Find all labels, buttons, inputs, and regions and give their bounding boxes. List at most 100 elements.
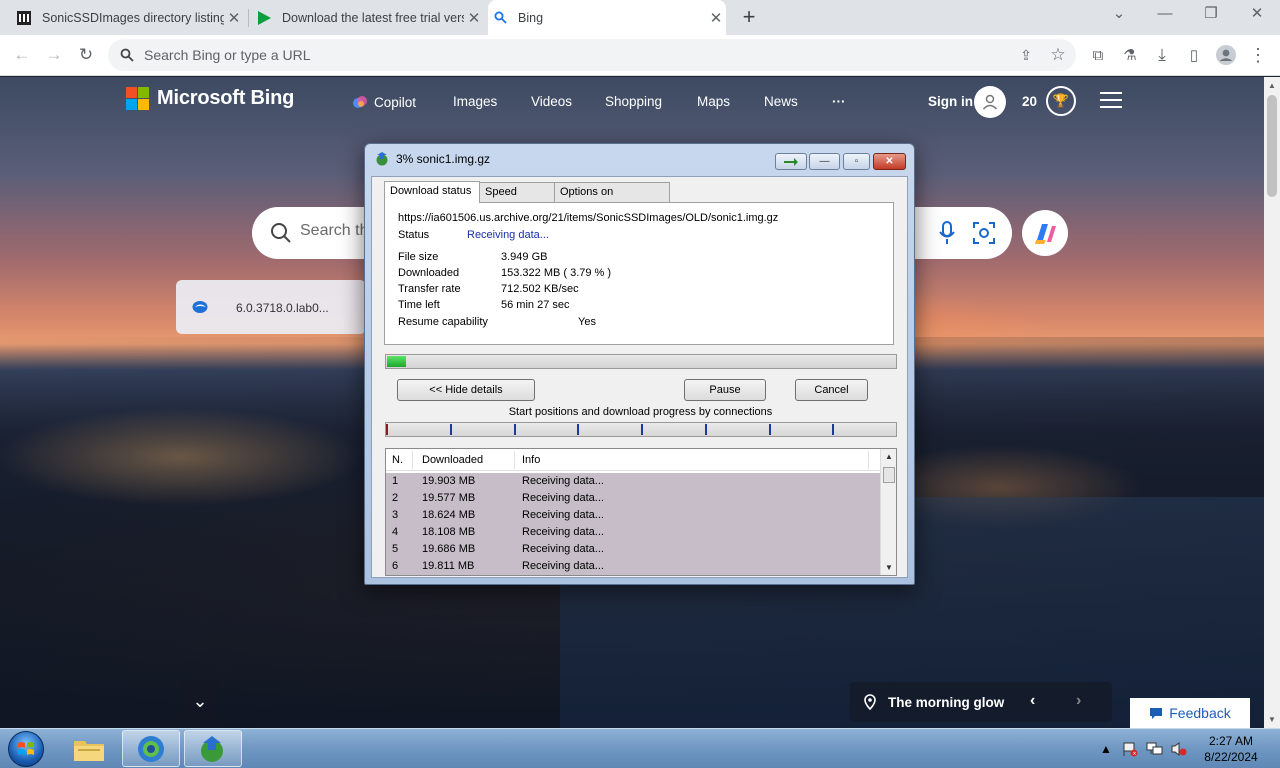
tab-close-icon[interactable]: ✕ — [224, 9, 244, 27]
nav-copilot[interactable]: Copilot — [352, 94, 416, 110]
tile-logo-icon — [192, 300, 208, 314]
tab-options-on-completion[interactable]: Options on completion — [554, 182, 670, 216]
connections-list-header: N. Downloaded Info — [386, 449, 880, 471]
new-tab-button[interactable]: + — [737, 4, 761, 30]
microphone-icon[interactable] — [938, 221, 956, 245]
more-menu-icon[interactable]: ⋮ — [1246, 43, 1270, 67]
feedback-button[interactable]: Feedback — [1130, 698, 1250, 728]
list-scrollbar-thumb[interactable] — [883, 467, 895, 483]
clock-date: 8/22/2024 — [1204, 750, 1258, 764]
minimize-button[interactable]: — — [1142, 0, 1188, 30]
close-window-button[interactable]: ✕ — [1234, 0, 1280, 30]
tab-title: SonicSSDImages directory listing — [42, 10, 224, 25]
resume-capability-value: Yes — [578, 316, 596, 328]
page-scrollbar[interactable]: ▲ ▼ — [1264, 77, 1280, 728]
taskbar-file-explorer[interactable] — [60, 730, 118, 767]
tab-speed-limiter[interactable]: Speed Limiter — [479, 182, 555, 216]
tab-download-status[interactable]: Download status — [384, 181, 480, 203]
minimize-button[interactable]: — — [809, 153, 840, 170]
connections-list[interactable]: N. Downloaded Info 1 19.903 MB Receiving d… — [385, 448, 897, 576]
taskbar-idm-app[interactable] — [184, 730, 242, 767]
microsoft-bing-logo[interactable]: Microsoft Bing — [126, 87, 294, 110]
connection-row[interactable]: 5 19.686 MB Receiving data... — [386, 541, 880, 558]
connection-row[interactable]: 1 19.903 MB Receiving data... — [386, 473, 880, 490]
image-caption[interactable]: The morning glow — [888, 695, 1004, 710]
action-center-flag-icon[interactable]: × — [1122, 729, 1138, 768]
progress-fill — [387, 356, 406, 367]
back-arrow-icon[interactable]: ← — [10, 43, 34, 67]
column-header-number[interactable]: N. — [392, 454, 403, 466]
column-header-info[interactable]: Info — [522, 454, 540, 466]
tab-close-icon[interactable]: ✕ — [706, 9, 726, 27]
bookmark-star-icon[interactable]: ☆ — [1046, 43, 1070, 67]
connection-start-marker — [832, 424, 834, 435]
taskbar-chrome-app[interactable] — [122, 730, 180, 767]
download-icon[interactable]: ⤓ — [1150, 43, 1174, 67]
rewards-trophy-icon[interactable]: 🏆 — [1046, 86, 1076, 116]
minimize-to-tray-button[interactable] — [775, 153, 807, 170]
forward-arrow-icon[interactable]: → — [42, 43, 66, 67]
time-left-label: Time left — [398, 299, 440, 311]
sign-in-link[interactable]: Sign in — [928, 94, 973, 109]
tab-separator — [248, 9, 249, 27]
next-image-chevron-icon[interactable]: › — [1076, 692, 1081, 710]
maximize-button[interactable]: ▫ — [843, 153, 870, 170]
nav-more[interactable]: ··· — [832, 94, 846, 109]
tab-download-trial[interactable]: Download the latest free trial version ✕ — [252, 0, 484, 35]
nav-shopping[interactable]: Shopping — [605, 94, 662, 109]
column-header-downloaded[interactable]: Downloaded — [422, 454, 483, 466]
scroll-down-arrow-icon[interactable]: ▼ — [1264, 715, 1280, 724]
connection-row[interactable]: 6 19.811 MB Receiving data... — [386, 558, 880, 575]
visual-search-camera-icon[interactable] — [972, 221, 996, 245]
scroll-up-arrow-icon[interactable]: ▲ — [1264, 81, 1280, 90]
pause-button[interactable]: Pause — [684, 379, 766, 401]
connection-row[interactable]: 4 18.108 MB Receiving data... — [386, 524, 880, 541]
scrollbar-thumb[interactable] — [1267, 95, 1277, 197]
hide-details-button[interactable]: << Hide details — [397, 379, 535, 401]
connection-downloaded: 19.811 MB — [422, 560, 475, 572]
cancel-button[interactable]: Cancel — [795, 379, 868, 401]
reload-icon[interactable]: ↻ — [74, 43, 98, 67]
connection-number: 4 — [392, 526, 399, 538]
scroll-down-chevron-icon[interactable]: ⌄ — [180, 681, 220, 721]
list-scroll-up-icon[interactable]: ▲ — [881, 452, 896, 461]
tab-search-chevron-icon[interactable]: ⌄ — [1096, 0, 1142, 30]
hamburger-menu-icon[interactable] — [1100, 92, 1122, 110]
list-scroll-down-icon[interactable]: ▼ — [881, 563, 896, 572]
connections-list-rows: 1 19.903 MB Receiving data... 2 19.577 MB Rec… — [386, 473, 880, 575]
system-clock[interactable]: 2:27 AM 8/22/2024 — [1196, 733, 1266, 765]
user-avatar-icon[interactable] — [974, 86, 1006, 118]
lab-flask-icon[interactable]: ⚗ — [1118, 43, 1142, 67]
copilot-button[interactable] — [1022, 210, 1068, 256]
side-panel-icon[interactable]: ▯ — [1182, 43, 1206, 67]
tab-bing[interactable]: Bing ✕ — [488, 0, 726, 35]
tab-sonic-directory[interactable]: SonicSSDImages directory listing ✕ — [12, 0, 244, 35]
show-hidden-icons[interactable]: ▲ — [1100, 729, 1112, 768]
connection-downloaded: 19.903 MB — [422, 475, 476, 487]
file-size-value: 3.949 GB — [501, 251, 548, 263]
connection-row[interactable]: 3 18.624 MB Receiving data... — [386, 507, 880, 524]
connection-row[interactable]: 2 19.577 MB Receiving data... — [386, 490, 880, 507]
nav-news[interactable]: News — [764, 94, 798, 109]
suggestion-tile[interactable]: 6.0.3718.0.lab0... — [176, 280, 366, 334]
tab-close-icon[interactable]: ✕ — [464, 9, 484, 27]
network-icon[interactable] — [1146, 729, 1164, 768]
connection-start-marker — [705, 424, 707, 435]
start-button[interactable] — [8, 731, 44, 767]
address-bar[interactable]: Search Bing or type a URL — [108, 39, 1076, 71]
volume-muted-icon[interactable] — [1170, 729, 1188, 768]
close-dialog-button[interactable]: ✕ — [873, 153, 906, 170]
nav-images[interactable]: Images — [453, 94, 497, 109]
previous-image-chevron-icon[interactable]: ‹ — [1030, 692, 1035, 710]
list-scrollbar[interactable]: ▲ ▼ — [880, 449, 896, 575]
search-icon — [120, 48, 134, 62]
extensions-puzzle-icon[interactable]: ⧉ — [1086, 43, 1110, 67]
nav-maps[interactable]: Maps — [697, 94, 730, 109]
rewards-count[interactable]: 20 — [1022, 94, 1037, 109]
nav-videos[interactable]: Videos — [531, 94, 572, 109]
dialog-title-bar[interactable]: 3% sonic1.img.gz — [375, 152, 490, 166]
connection-info: Receiving data... — [522, 492, 604, 504]
restore-button[interactable]: ❐ — [1188, 0, 1234, 30]
profile-avatar-icon[interactable] — [1214, 43, 1238, 67]
share-icon[interactable]: ⇪ — [1014, 43, 1038, 67]
